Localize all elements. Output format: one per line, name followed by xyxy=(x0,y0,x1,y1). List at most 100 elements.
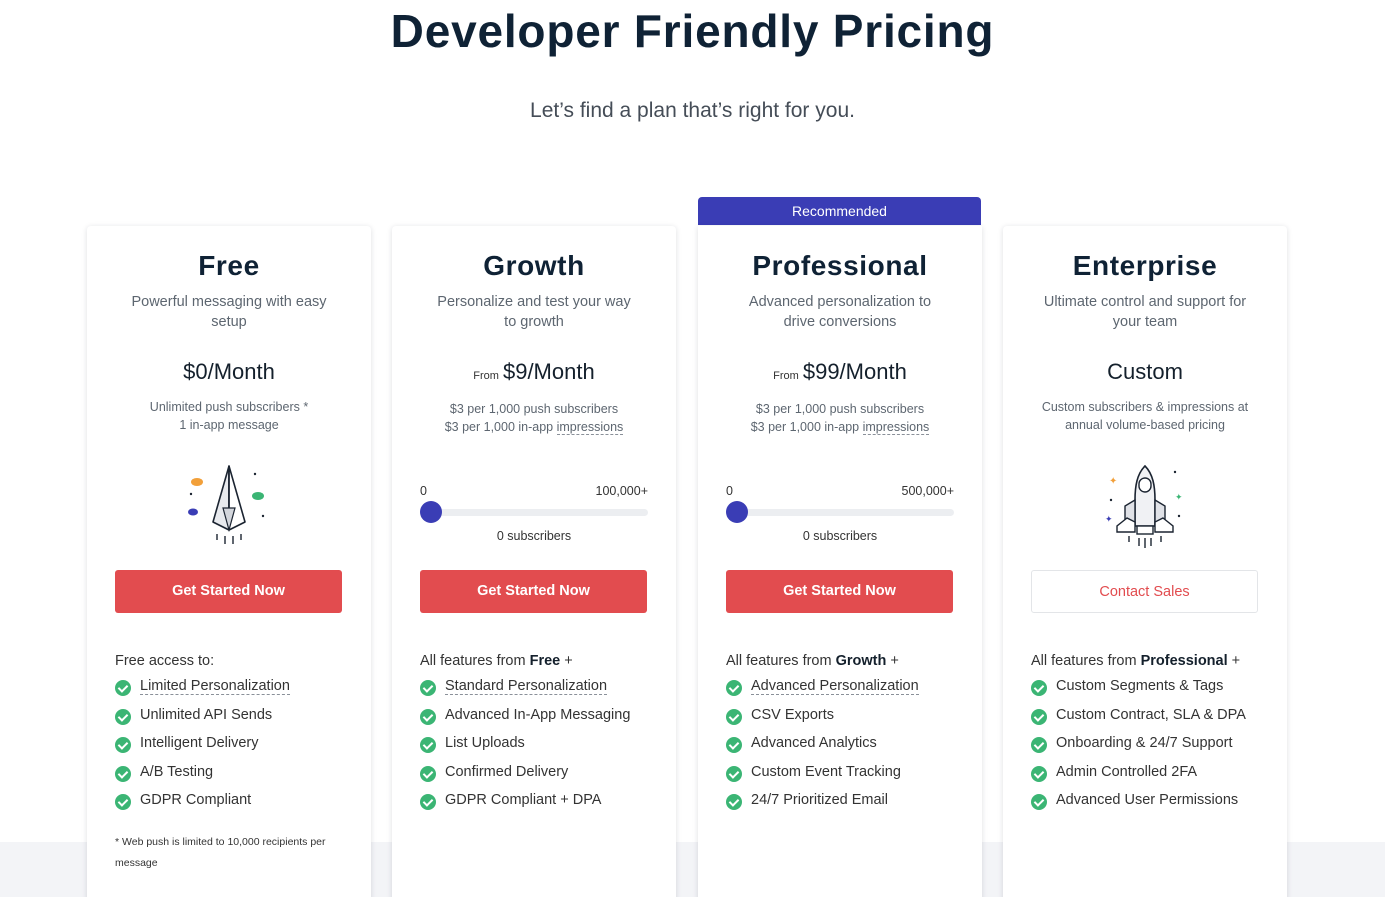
footnote: * Web push is limited to 10,000 recipien… xyxy=(115,836,326,869)
list-item: Admin Controlled 2FA xyxy=(1031,764,1246,793)
plan-description: Advanced personalization to drive conver… xyxy=(748,294,932,330)
check-icon xyxy=(726,794,742,810)
feature-label: Advanced User Permissions xyxy=(1056,792,1239,808)
feature-label[interactable]: Standard Personalization xyxy=(445,678,608,695)
get-started-button[interactable]: Get Started Now xyxy=(115,570,342,613)
feature-label: A/B Testing xyxy=(140,763,214,780)
slider-max-label: 100,000+ xyxy=(595,484,648,498)
list-item: GDPR Compliant xyxy=(115,792,290,821)
list-item: Intelligent Delivery xyxy=(115,735,290,764)
slider-handle[interactable] xyxy=(420,501,442,523)
check-icon xyxy=(115,794,131,810)
plan-card-enterprise: Enterprise Ultimate control and support … xyxy=(1003,226,1287,897)
plan-price: $0/Month xyxy=(183,359,275,384)
check-icon xyxy=(115,680,131,696)
check-icon xyxy=(115,708,131,725)
plan-description: Ultimate control and support for your te… xyxy=(1043,294,1247,330)
plan-price: Custom xyxy=(1107,359,1183,384)
feature-label: GDPR Compliant xyxy=(140,792,252,808)
slider-track[interactable] xyxy=(420,509,648,516)
feature-label: Intelligent Delivery xyxy=(140,735,259,751)
check-icon xyxy=(420,737,436,753)
features-heading: All features from Growth + xyxy=(726,653,899,669)
plan-card-free: Free Powerful messaging with easy setup … xyxy=(87,226,371,897)
check-icon xyxy=(1031,708,1047,725)
feature-label: Advanced In-App Messaging xyxy=(445,706,631,723)
price-note: $3 per 1,000 push subscribers $3 per 1,0… xyxy=(750,402,930,435)
slider-value-label: 0 subscribers xyxy=(496,529,572,543)
feature-label: Confirmed Delivery xyxy=(445,763,569,780)
feature-label: Custom Contract, SLA & DPA xyxy=(1056,706,1246,723)
feature-label: GDPR Compliant + DPA xyxy=(445,792,602,808)
feature-label: Advanced Analytics xyxy=(751,735,877,751)
check-icon xyxy=(726,708,742,725)
price-note: $3 per 1,000 push subscribers $3 per 1,0… xyxy=(444,402,624,435)
list-item: Custom Segments & Tags xyxy=(1031,678,1246,707)
list-item: A/B Testing xyxy=(115,764,290,793)
feature-label: Custom Segments & Tags xyxy=(1056,678,1224,694)
feature-label: Onboarding & 24/7 Support xyxy=(1056,735,1233,751)
check-icon xyxy=(420,765,436,782)
check-icon xyxy=(726,680,742,696)
svg-text:✦: ✦ xyxy=(1109,476,1117,487)
list-item: Standard Personalization xyxy=(420,678,630,707)
impressions-tooltip-link[interactable]: impressions xyxy=(556,420,624,435)
svg-text:✦: ✦ xyxy=(1175,493,1183,503)
slider-min-label: 0 xyxy=(420,484,427,498)
list-item: Custom Event Tracking xyxy=(726,764,919,793)
plan-description: Personalize and test your way to growth xyxy=(437,294,631,330)
list-item: Custom Contract, SLA & DPA xyxy=(1031,707,1246,736)
check-icon xyxy=(420,708,436,725)
features-heading: Free access to: xyxy=(115,653,215,669)
get-started-button[interactable]: Get Started Now xyxy=(420,570,647,613)
feature-label[interactable]: Limited Personalization xyxy=(140,678,290,695)
svg-text:✦: ✦ xyxy=(1105,515,1113,525)
features-heading: All features from Free + xyxy=(420,653,573,669)
check-icon xyxy=(726,765,742,782)
slider-max-label: 500,000+ xyxy=(901,484,954,498)
plan-card-professional: Professional Advanced personalization to… xyxy=(698,226,982,897)
list-item: CSV Exports xyxy=(726,707,919,736)
list-item: Unlimited API Sends xyxy=(115,707,290,736)
feature-label: List Uploads xyxy=(445,735,525,751)
contact-sales-button[interactable]: Contact Sales xyxy=(1031,570,1258,613)
paper-plane-icon xyxy=(188,465,265,544)
list-item: Advanced Analytics xyxy=(726,735,919,764)
slider-handle[interactable] xyxy=(726,501,748,523)
list-item: 24/7 Prioritized Email xyxy=(726,792,919,821)
slider-track[interactable] xyxy=(726,509,954,516)
list-item: Onboarding & 24/7 Support xyxy=(1031,735,1246,764)
feature-list: Custom Segments & Tags Custom Contract, … xyxy=(1031,678,1246,821)
plan-description: Powerful messaging with easy setup xyxy=(131,294,327,330)
plan-name: Enterprise xyxy=(1072,250,1218,281)
check-icon xyxy=(1031,794,1047,810)
feature-label: Admin Controlled 2FA xyxy=(1056,763,1198,780)
feature-label[interactable]: Advanced Personalization xyxy=(751,678,919,695)
list-item: Advanced In-App Messaging xyxy=(420,707,630,736)
check-icon xyxy=(1031,737,1047,753)
check-icon xyxy=(420,680,436,696)
rocket-icon: ✦ ✦ ✦ xyxy=(1105,464,1183,548)
get-started-button[interactable]: Get Started Now xyxy=(726,570,953,613)
plan-name: Free xyxy=(198,250,260,281)
plan-price: From $9/Month xyxy=(473,359,595,384)
recommended-banner: Recommended xyxy=(698,197,981,225)
plan-card-growth: Growth Personalize and test your way to … xyxy=(392,226,676,897)
check-icon xyxy=(115,737,131,753)
feature-list: Standard Personalization Advanced In-App… xyxy=(420,678,630,821)
slider-min-label: 0 xyxy=(726,484,733,498)
list-item: GDPR Compliant + DPA xyxy=(420,792,630,821)
list-item: Confirmed Delivery xyxy=(420,764,630,793)
check-icon xyxy=(420,794,436,810)
feature-label: 24/7 Prioritized Email xyxy=(751,792,888,808)
check-icon xyxy=(1031,765,1047,782)
check-icon xyxy=(115,765,131,782)
list-item: List Uploads xyxy=(420,735,630,764)
page-subtitle: Let’s find a plan that’s right for you. xyxy=(530,99,855,122)
plan-name: Professional xyxy=(752,250,928,281)
check-icon xyxy=(726,737,742,753)
price-note: Unlimited push subscribers * 1 in-app me… xyxy=(149,400,309,432)
impressions-tooltip-link[interactable]: impressions xyxy=(862,420,930,435)
slider-value-label: 0 subscribers xyxy=(802,529,878,543)
plan-price: From $99/Month xyxy=(773,359,907,384)
